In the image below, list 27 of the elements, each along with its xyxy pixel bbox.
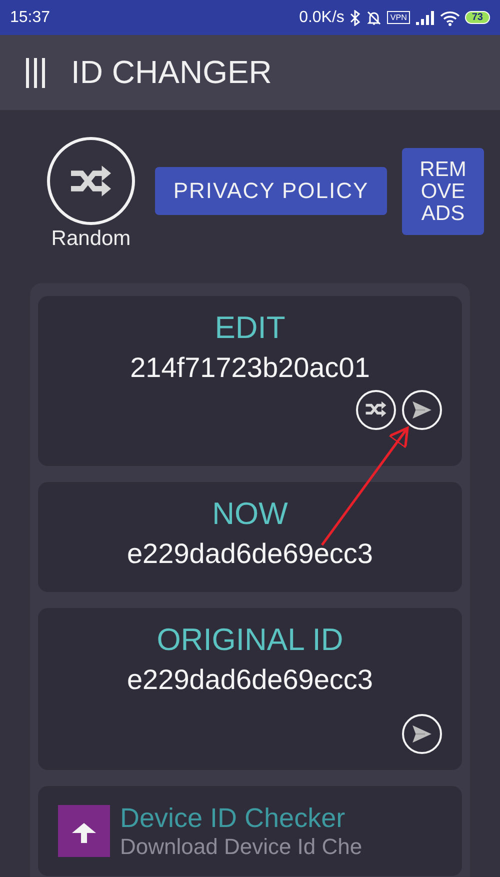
send-button[interactable] bbox=[402, 390, 442, 430]
network-speed: 0.0K/s bbox=[299, 8, 344, 26]
ad-title: Device ID Checker bbox=[120, 802, 346, 834]
send-button[interactable] bbox=[402, 714, 442, 754]
random-label: Random bbox=[51, 227, 131, 251]
clock-time: 15:37 bbox=[10, 8, 50, 26]
wifi-icon bbox=[440, 10, 460, 26]
card-label: NOW bbox=[212, 496, 288, 532]
ad-banner[interactable]: Device ID Checker Download Device Id Che bbox=[38, 786, 462, 876]
device-id: e229dad6de69ecc3 bbox=[126, 538, 373, 570]
device-id: e229dad6de69ecc3 bbox=[126, 664, 373, 696]
app-title: ID CHANGER bbox=[71, 54, 272, 91]
device-id: 214f71723b20ac01 bbox=[130, 352, 370, 384]
card-label: EDIT bbox=[214, 310, 286, 346]
battery-indicator: 73 bbox=[464, 11, 490, 24]
card-label: ORIGINAL ID bbox=[156, 622, 344, 658]
bluetooth-icon bbox=[349, 10, 362, 26]
vpn-badge: VPN bbox=[387, 11, 410, 24]
remove-ads-button[interactable]: REMOVE ADS bbox=[402, 148, 484, 235]
bell-off-icon bbox=[366, 10, 382, 26]
menu-icon[interactable] bbox=[25, 58, 47, 88]
app-icon bbox=[58, 805, 110, 857]
random-button[interactable] bbox=[47, 137, 135, 225]
privacy-policy-button[interactable]: PRIVACY POLICY bbox=[155, 167, 387, 215]
signal-icon bbox=[414, 10, 435, 24]
shuffle-button[interactable] bbox=[356, 390, 396, 430]
ad-subtitle: Download Device Id Che bbox=[120, 834, 362, 860]
